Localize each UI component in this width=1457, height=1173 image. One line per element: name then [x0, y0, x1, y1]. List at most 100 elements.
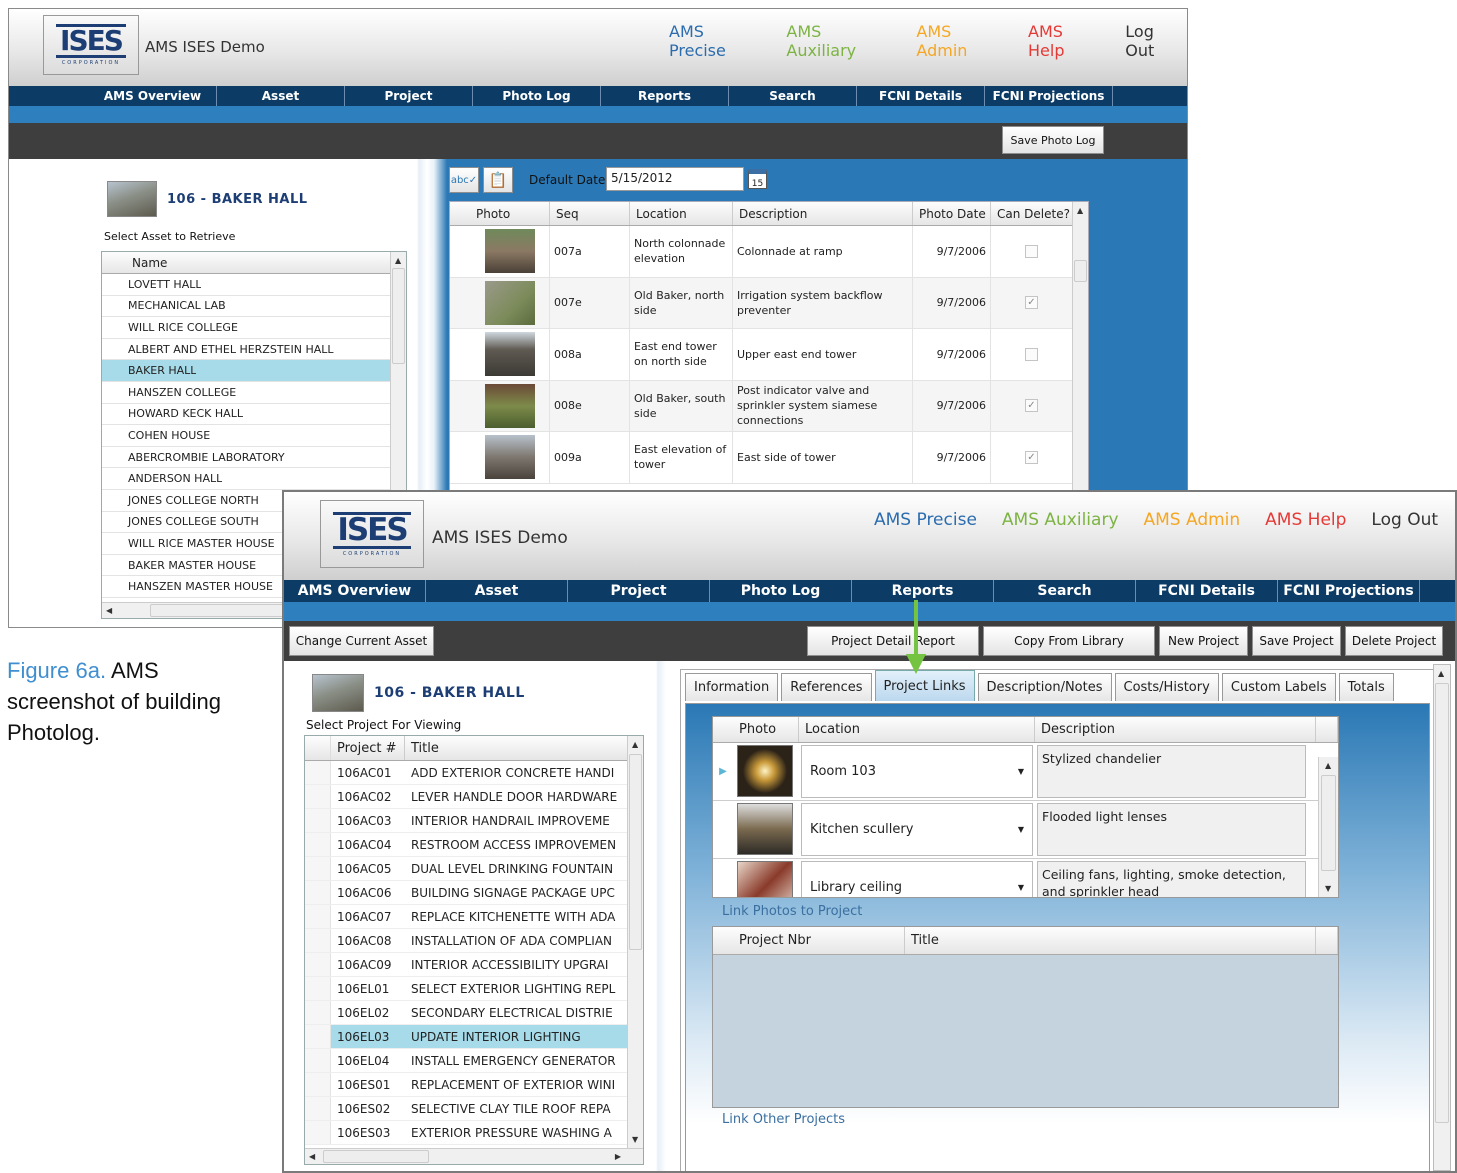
- project-row[interactable]: 106AC01 ADD EXTERIOR CONCRETE HANDI: [305, 761, 643, 785]
- scroll-up-icon[interactable]: ▲: [1438, 669, 1444, 678]
- scroll-right-icon[interactable]: ▶: [615, 1152, 621, 1161]
- name-column-header[interactable]: Name: [122, 252, 406, 273]
- save-photo-log-button[interactable]: Save Photo Log: [1002, 126, 1104, 154]
- project-row[interactable]: 106AC03 INTERIOR HANDRAIL IMPROVEME: [305, 809, 643, 833]
- project-number-column-header[interactable]: Project #: [331, 736, 405, 760]
- scroll-up-icon[interactable]: ▲: [1325, 761, 1331, 770]
- can-delete-checkbox[interactable]: [1025, 347, 1038, 361]
- chevron-down-icon[interactable]: ▼: [1018, 825, 1024, 834]
- default-date-input[interactable]: 5/15/2012: [606, 167, 744, 191]
- new-project-button[interactable]: New Project: [1159, 626, 1248, 656]
- save-project-button[interactable]: Save Project: [1252, 626, 1341, 656]
- nav-search[interactable]: Search: [729, 86, 857, 106]
- project-row[interactable]: 106AC08 INSTALLATION OF ADA COMPLIAN: [305, 929, 643, 953]
- nav-project[interactable]: Project: [568, 580, 710, 602]
- nav-reports[interactable]: Reports: [601, 86, 729, 106]
- nav-ams-overview[interactable]: AMS Overview: [284, 580, 426, 602]
- asset-row[interactable]: ALBERT AND ETHEL HERZSTEIN HALL: [102, 339, 406, 361]
- nav-project[interactable]: Project: [345, 86, 473, 106]
- asset-row[interactable]: COHEN HOUSE: [102, 425, 406, 447]
- photo-thumbnail[interactable]: [484, 383, 535, 428]
- asset-row[interactable]: LOVETT HALL: [102, 274, 406, 296]
- photo-column-header[interactable]: Photo: [733, 717, 799, 742]
- header-link-ams-help[interactable]: AMS Help: [1265, 510, 1346, 530]
- tab-description-notes[interactable]: Description/Notes: [977, 673, 1112, 701]
- can-delete-checkbox[interactable]: ✓: [1025, 399, 1038, 413]
- nav-asset[interactable]: Asset: [217, 86, 345, 106]
- project-row[interactable]: 106EL01 SELECT EXTERIOR LIGHTING REPL: [305, 977, 643, 1001]
- tab-information[interactable]: Information: [685, 673, 779, 701]
- link-other-projects[interactable]: Link Other Projects: [722, 1112, 845, 1127]
- asset-row[interactable]: ABERCROMBIE LABORATORY: [102, 447, 406, 469]
- photo-col-header-photo-date[interactable]: Photo Date: [913, 202, 991, 225]
- header-link-ams-admin[interactable]: AMS Admin: [916, 22, 1006, 60]
- header-link-log-out[interactable]: Log Out: [1125, 22, 1187, 60]
- project-vscroll[interactable]: ▲ ▼: [627, 736, 643, 1148]
- copy-from-library-button[interactable]: Copy From Library: [983, 626, 1155, 656]
- description-cell[interactable]: Flooded light lenses: [1035, 801, 1308, 858]
- project-row[interactable]: 106ES01 REPLACEMENT OF EXTERIOR WINI: [305, 1073, 643, 1097]
- chevron-down-icon[interactable]: ▼: [1018, 883, 1024, 892]
- project-row[interactable]: 106AC09 INTERIOR ACCESSIBILITY UPGRAI: [305, 953, 643, 977]
- tab-custom-labels[interactable]: Custom Labels: [1221, 673, 1336, 701]
- header-link-ams-auxiliary[interactable]: AMS Auxiliary: [1002, 510, 1119, 530]
- asset-row[interactable]: WILL RICE COLLEGE: [102, 317, 406, 339]
- project-row[interactable]: 106ES02 SELECTIVE CLAY TILE ROOF REPA: [305, 1097, 643, 1121]
- photo-thumbnail[interactable]: [484, 280, 535, 325]
- nav-search[interactable]: Search: [994, 580, 1136, 602]
- photo-cell[interactable]: [470, 329, 550, 380]
- detail-vscroll[interactable]: ▲: [1433, 664, 1451, 1171]
- hscroll-thumb[interactable]: [150, 604, 290, 617]
- delete-project-button[interactable]: Delete Project: [1345, 626, 1443, 656]
- title-column-header[interactable]: Title: [905, 927, 1316, 954]
- photo-row[interactable]: 007e Old Baker, north side Irrigation syst…: [450, 277, 1088, 329]
- photo-row[interactable]: 009a East elevation of tower East side of …: [450, 432, 1088, 484]
- tab-costs-history[interactable]: Costs/History: [1114, 673, 1219, 701]
- photo-col-header-photo[interactable]: Photo: [470, 202, 550, 225]
- photo-row[interactable]: 008e Old Baker, south side Post indicator …: [450, 380, 1088, 432]
- can-delete-checkbox[interactable]: ✓: [1025, 450, 1038, 464]
- tab-references[interactable]: References: [781, 673, 872, 701]
- location-column-header[interactable]: Location: [799, 717, 1035, 742]
- project-row[interactable]: 106EL03 UPDATE INTERIOR LIGHTING: [305, 1025, 643, 1049]
- nav-fcni-details[interactable]: FCNI Details: [1136, 580, 1278, 602]
- location-cell[interactable]: Kitchen scullery ▼: [799, 801, 1035, 858]
- project-detail-report-button[interactable]: Project Detail Report: [807, 626, 979, 656]
- header-link-ams-admin[interactable]: AMS Admin: [1144, 510, 1241, 530]
- asset-row[interactable]: HANSZEN COLLEGE: [102, 382, 406, 404]
- location-dropdown[interactable]: Kitchen scullery ▼: [801, 803, 1033, 856]
- header-link-ams-auxiliary[interactable]: AMS Auxiliary: [786, 22, 894, 60]
- asset-row[interactable]: ANDERSON HALL: [102, 468, 406, 490]
- chevron-down-icon[interactable]: ▼: [1018, 767, 1024, 776]
- photo-cell[interactable]: [733, 743, 799, 800]
- project-row[interactable]: 106ES03 EXTERIOR PRESSURE WASHING A: [305, 1121, 643, 1145]
- scroll-up-icon[interactable]: ▲: [1077, 206, 1083, 215]
- asset-row[interactable]: BAKER HALL: [102, 360, 406, 382]
- photo-cell[interactable]: [470, 277, 550, 328]
- photo-thumbnail[interactable]: [737, 861, 793, 897]
- calendar-icon[interactable]: 15: [748, 169, 767, 189]
- description-cell[interactable]: Stylized chandelier: [1035, 743, 1308, 800]
- photo-thumbnail[interactable]: [737, 803, 793, 855]
- photo-col-header-location[interactable]: Location: [630, 202, 733, 225]
- photo-cell[interactable]: [470, 380, 550, 431]
- linked-photo-row[interactable]: ▶ Room 103 ▼ Stylized chandelier: [713, 743, 1338, 801]
- photo-col-header-description[interactable]: Description: [733, 202, 913, 225]
- description-column-header[interactable]: Description: [1035, 717, 1316, 742]
- nav-asset[interactable]: Asset: [426, 580, 568, 602]
- location-cell[interactable]: Room 103 ▼: [799, 743, 1035, 800]
- description-textbox[interactable]: Ceiling fans, lighting, smoke detection,…: [1037, 861, 1306, 897]
- can-delete-checkbox[interactable]: [1025, 244, 1038, 258]
- nav-fcni-projections[interactable]: FCNI Projections: [1278, 580, 1420, 602]
- can-delete-checkbox[interactable]: ✓: [1025, 296, 1038, 310]
- scroll-up-icon[interactable]: ▲: [632, 740, 638, 749]
- asset-row[interactable]: HOWARD KECK HALL: [102, 404, 406, 426]
- header-link-ams-help[interactable]: AMS Help: [1028, 22, 1103, 60]
- photo-cell[interactable]: [470, 226, 550, 277]
- nav-fcni-projections[interactable]: FCNI Projections: [985, 86, 1113, 106]
- project-row[interactable]: 106AC06 BUILDING SIGNAGE PACKAGE UPC: [305, 881, 643, 905]
- photo-thumbnail[interactable]: [484, 229, 535, 274]
- paste-button[interactable]: 📋: [483, 167, 513, 193]
- photo-col-header-seq[interactable]: Seq: [550, 202, 630, 225]
- linked-photo-row[interactable]: Kitchen scullery ▼ Flooded light lenses: [713, 801, 1338, 859]
